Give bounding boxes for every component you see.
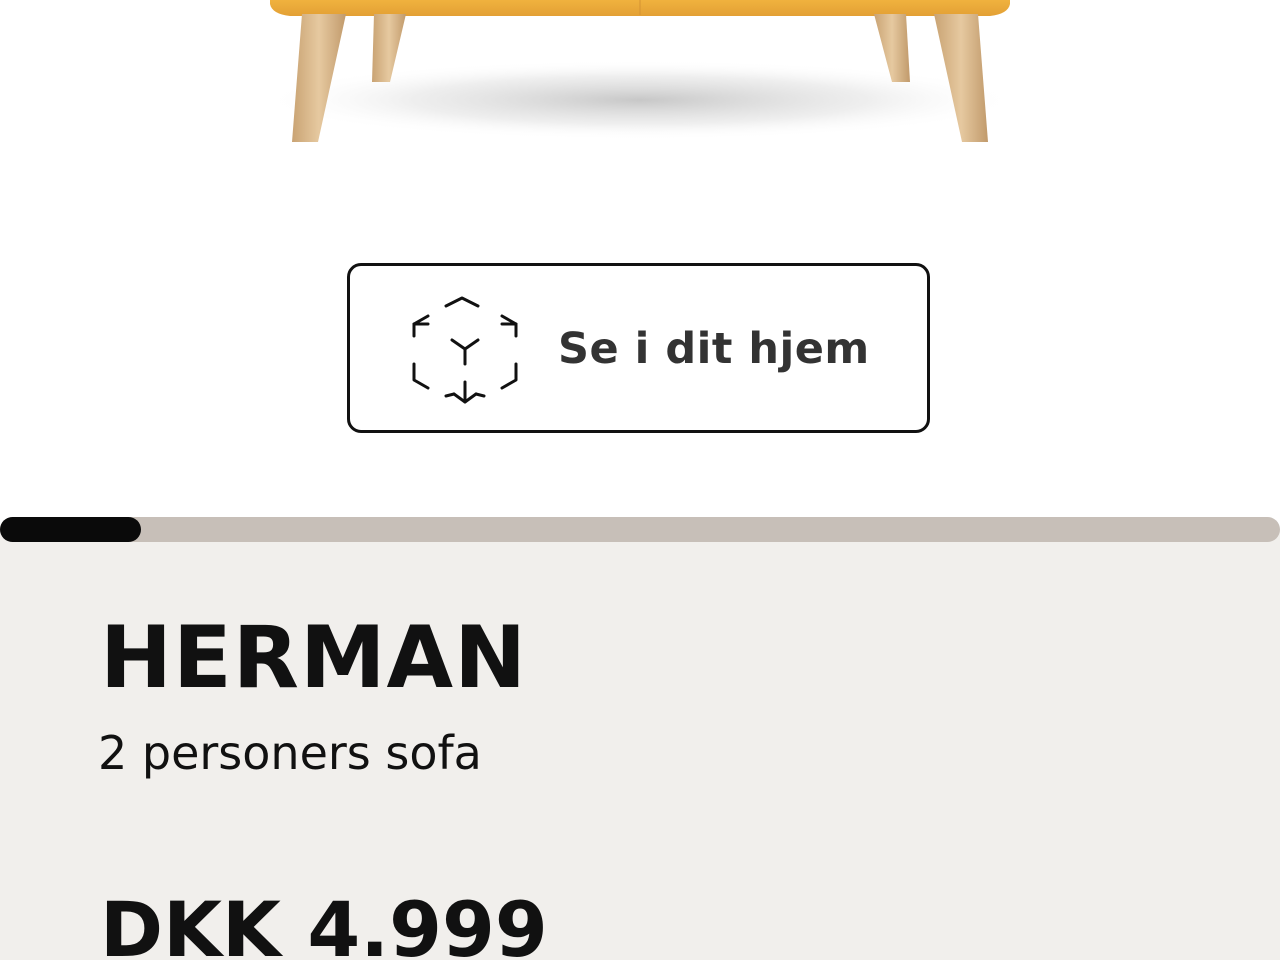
- product-name: HERMAN: [100, 608, 528, 708]
- view-in-room-button[interactable]: Se i dit hjem: [347, 263, 930, 433]
- view-in-room-label: Se i dit hjem: [558, 324, 870, 374]
- image-carousel-progress-fill: [0, 517, 141, 542]
- image-carousel-progress[interactable]: [0, 517, 1280, 542]
- product-image-area[interactable]: [0, 0, 1280, 520]
- product-price: DKK 4.999: [100, 885, 548, 960]
- ar-cube-icon: [412, 296, 518, 404]
- product-page: Se i dit hjem HERMAN 2 personers sofa DK…: [0, 0, 1280, 960]
- product-info-panel: HERMAN 2 personers sofa DKK 4.999: [0, 530, 1280, 960]
- product-description: 2 personers sofa: [98, 726, 482, 780]
- product-image-sofa[interactable]: [0, 0, 1280, 170]
